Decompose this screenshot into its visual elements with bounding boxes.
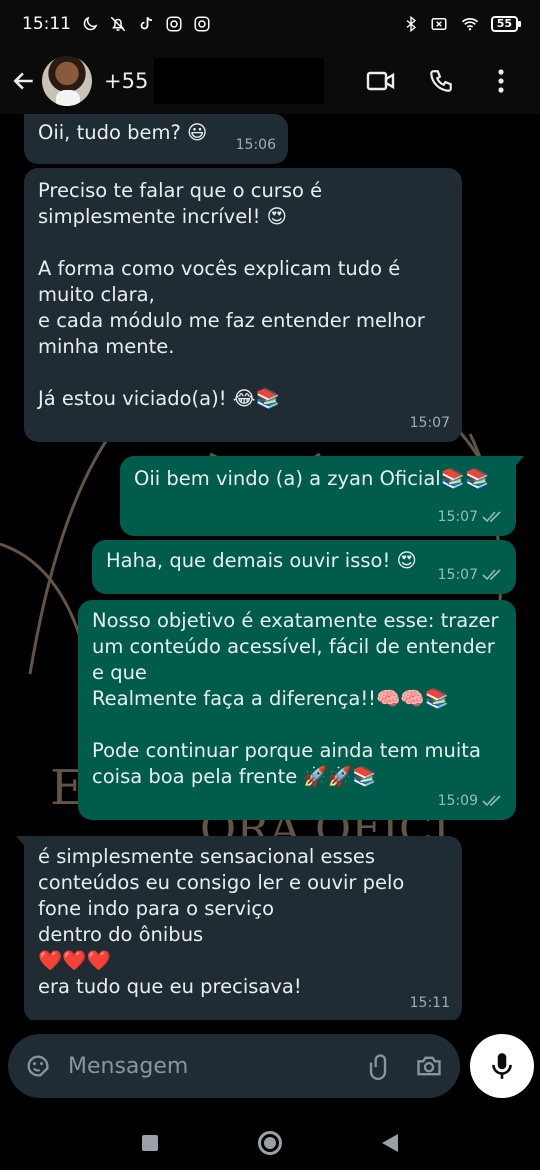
message-bubble-outgoing[interactable]: Nosso objetivo é exatamente esse: trazer…	[78, 600, 516, 820]
voice-message-button[interactable]	[470, 1034, 534, 1098]
video-call-button[interactable]	[366, 66, 396, 96]
battery-icon: 55	[490, 16, 522, 32]
composer-bar: Mensagem	[0, 1020, 540, 1115]
message-bubble-incoming[interactable]: Oii, tudo bem? 😃 15:06	[24, 114, 288, 164]
sim-off-icon	[431, 18, 447, 30]
status-bar: 15:11 55	[0, 0, 540, 48]
message-time: 15:07	[437, 567, 478, 583]
tiktok-icon	[140, 16, 153, 30]
muted-bell-icon	[110, 16, 126, 32]
read-ticks-icon	[482, 795, 501, 807]
attach-icon[interactable]	[364, 1052, 392, 1080]
chat-header: +55	[0, 48, 540, 114]
redaction-block	[154, 58, 325, 104]
chat-area[interactable]: E ORA OFICI Oii, tudo bem? 😃 15:06 Preci…	[0, 114, 540, 1020]
bluetooth-icon	[406, 15, 416, 33]
video-camera-icon	[366, 71, 395, 91]
instagram-icon	[166, 16, 182, 32]
avatar[interactable]	[42, 56, 92, 106]
message-text: Nosso objetivo é exatamente esse: trazer…	[92, 609, 499, 788]
message-time: 15:07	[437, 509, 478, 525]
message-input-placeholder: Mensagem	[68, 1053, 189, 1079]
status-time: 15:11	[22, 14, 71, 34]
more-vertical-icon	[498, 69, 504, 93]
back-arrow-icon[interactable]	[10, 67, 38, 95]
wifi-icon	[461, 18, 478, 31]
instagram-icon	[194, 16, 210, 32]
message-time: 15:07	[409, 415, 450, 431]
camera-icon[interactable]	[414, 1052, 444, 1080]
message-bubble-outgoing[interactable]: Haha, que demais ouvir isso! 😍 15:07	[92, 540, 516, 594]
message-input[interactable]: Mensagem	[8, 1034, 460, 1098]
message-bubble-outgoing[interactable]: Oii bem vindo (a) a zyan Oficial📚📚 15:07	[120, 456, 524, 536]
message-time: 15:11	[409, 995, 450, 1011]
home-button[interactable]	[258, 1130, 282, 1155]
read-ticks-icon	[482, 511, 501, 523]
message-time: 15:06	[235, 137, 276, 153]
voice-call-button[interactable]	[426, 66, 456, 96]
message-bubble-incoming[interactable]: Preciso te falar que o curso é simplesme…	[24, 168, 462, 442]
moon-icon	[83, 16, 98, 31]
message-bubble-incoming[interactable]: é simplesmente sensacional esses conteúd…	[16, 836, 462, 1020]
message-text: Preciso te falar que o curso é simplesme…	[38, 179, 425, 410]
more-options-button[interactable]	[486, 66, 516, 96]
recent-apps-button[interactable]	[142, 1134, 158, 1151]
read-ticks-icon	[482, 569, 501, 581]
message-text: é simplesmente sensacional esses conteúd…	[38, 845, 405, 998]
message-text: Oii, tudo bem? 😃	[38, 121, 208, 144]
message-text: Haha, que demais ouvir isso! 😍	[106, 549, 417, 572]
message-text: Oii bem vindo (a) a zyan Oficial📚📚	[134, 467, 490, 490]
system-nav-bar	[0, 1115, 540, 1170]
message-time: 15:09	[437, 793, 478, 809]
emoji-sticker-icon[interactable]	[24, 1052, 52, 1080]
microphone-icon	[492, 1053, 512, 1079]
contact-name[interactable]: +55	[104, 69, 148, 93]
back-button[interactable]	[382, 1133, 398, 1152]
phone-icon	[430, 70, 452, 92]
